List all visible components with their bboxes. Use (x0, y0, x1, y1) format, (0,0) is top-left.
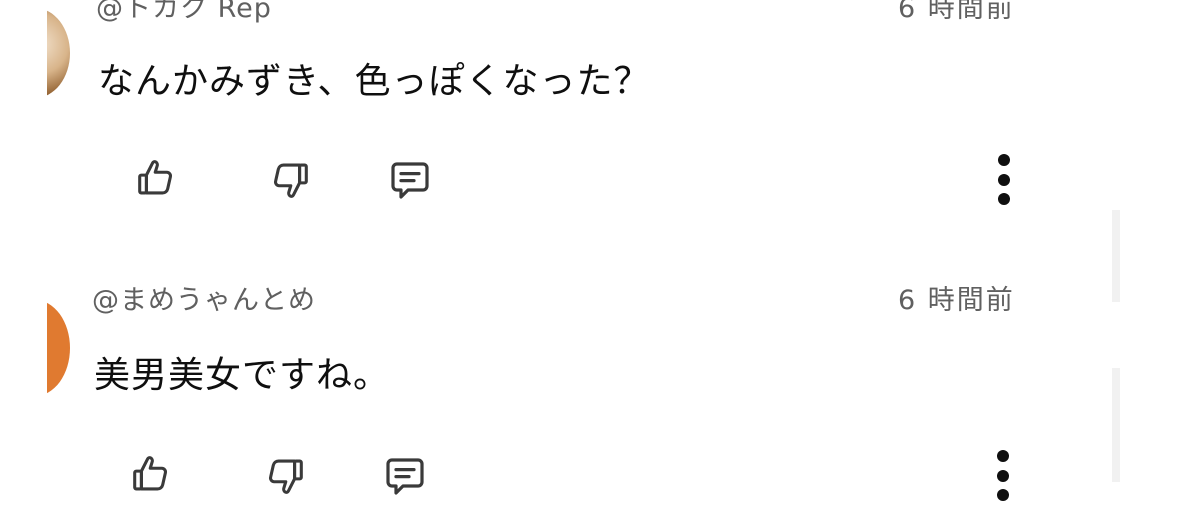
like-button[interactable] (128, 150, 184, 206)
dislike-button[interactable] (262, 152, 318, 208)
comment-text: なんかみずき、色っぽくなった？ (98, 61, 651, 102)
more-options-button[interactable] (988, 446, 1018, 506)
comment-timestamp: 6 時間前 (898, 0, 1015, 24)
like-button[interactable] (123, 446, 179, 502)
thumbs-up-icon (128, 451, 174, 497)
dislike-button[interactable] (257, 448, 313, 504)
avatar[interactable] (47, 300, 70, 396)
thumbs-up-icon (133, 155, 179, 201)
comment-list: @トカク Rep 6 時間前 なんかみずき、色っぽくなった？ @まめうゃんとめ … (0, 0, 1178, 506)
reply-comment-icon (381, 452, 429, 500)
scrollbar-track[interactable] (1112, 368, 1120, 482)
reply-button[interactable] (382, 152, 438, 208)
comment-item: @トカク Rep 6 時間前 なんかみずき、色っぽくなった？ (0, 0, 1178, 250)
thumbs-down-icon (262, 453, 308, 499)
thumbs-down-icon (267, 157, 313, 203)
more-options-button[interactable] (989, 150, 1019, 214)
comment-author[interactable]: @トカク Rep (96, 0, 272, 25)
comment-timestamp: 6 時間前 (898, 285, 1015, 316)
scrollbar-track[interactable] (1112, 210, 1120, 302)
comment-author[interactable]: @まめうゃんとめ (92, 278, 316, 317)
reply-button[interactable] (377, 448, 433, 504)
comment-item: @まめうゃんとめ 6 時間前 美男美女ですね。 (0, 250, 1178, 506)
comment-text: 美男美女ですね。 (94, 355, 391, 396)
reply-comment-icon (386, 156, 434, 204)
avatar[interactable] (47, 8, 70, 98)
